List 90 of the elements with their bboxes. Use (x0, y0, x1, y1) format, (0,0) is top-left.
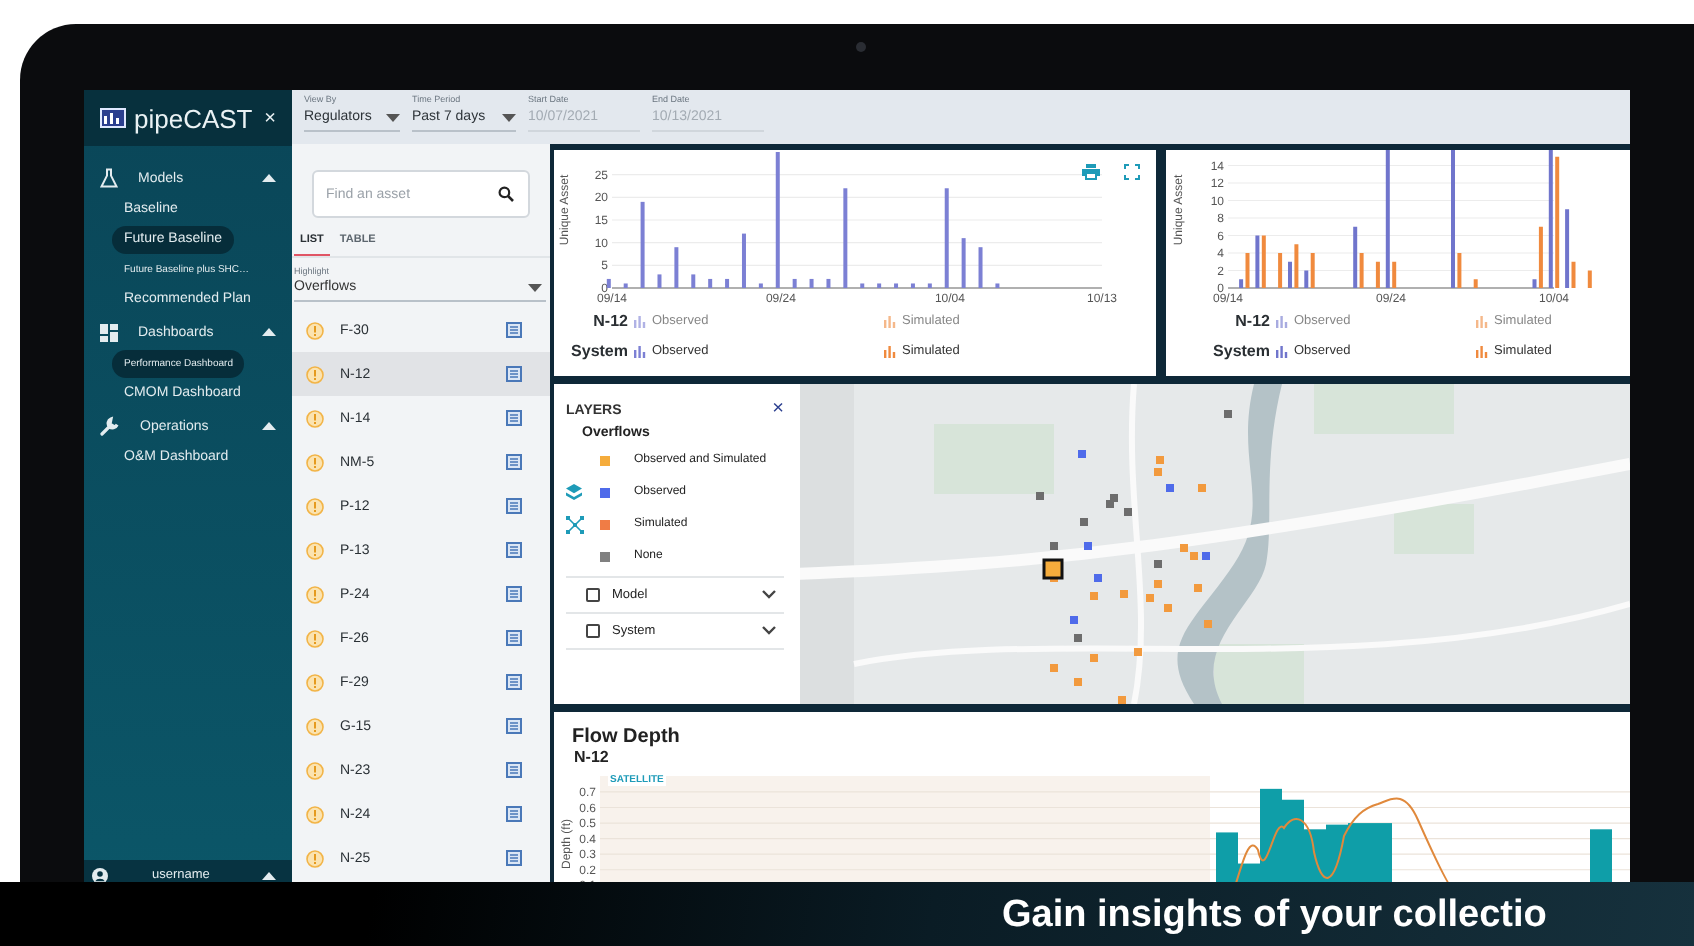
table-icon[interactable] (506, 454, 522, 470)
chart-bar (877, 283, 882, 288)
table-icon[interactable] (506, 806, 522, 822)
table-icon[interactable] (506, 674, 522, 690)
chevron-icon[interactable] (762, 626, 776, 636)
chart-bar (708, 278, 713, 288)
legend-group-label: N-12 (1233, 312, 1270, 330)
legend-bars-icon (634, 345, 646, 357)
network-icon[interactable] (566, 515, 584, 533)
panel-title: Flow Depth (572, 726, 682, 748)
table-icon[interactable] (506, 718, 522, 734)
chart-bar (657, 274, 662, 288)
warning-icon (306, 673, 324, 691)
warning-icon (306, 453, 324, 471)
caret-icon (528, 283, 542, 291)
chart-bar (927, 283, 932, 288)
legend-group-label: System (1211, 342, 1270, 360)
search-icon[interactable] (498, 186, 514, 202)
chart-bar (775, 152, 780, 288)
warning-icon (306, 761, 324, 779)
chart-bar (792, 278, 797, 288)
chart-bar (860, 283, 865, 288)
chart-bar (961, 238, 966, 288)
legend-bars-icon (884, 315, 896, 327)
chevron-icon[interactable] (762, 590, 776, 600)
warning-icon (306, 321, 324, 339)
legend-bars-icon (884, 345, 896, 357)
legend-bars-icon (1276, 315, 1288, 327)
caret-icon (386, 113, 400, 121)
chart-bar (1473, 279, 1478, 288)
table-icon[interactable] (506, 322, 522, 338)
legend-bars-icon (634, 315, 646, 327)
warning-icon (306, 365, 324, 383)
camera-dot (856, 42, 866, 52)
chart-bar (978, 247, 983, 288)
app-logo-text: pipeCAST (134, 103, 253, 133)
chart-bar (606, 278, 611, 288)
chart-bar (1278, 253, 1283, 288)
chart-bar (843, 188, 848, 288)
asset-label: N-12 (574, 748, 611, 766)
dashboard-icon (100, 323, 118, 341)
chart-bar (826, 278, 831, 288)
table-icon[interactable] (506, 630, 522, 646)
logo-icon (100, 108, 126, 128)
close-icon[interactable]: × (772, 402, 784, 418)
print-icon[interactable] (1082, 164, 1100, 180)
chart-bar (758, 283, 763, 288)
flask-icon (100, 168, 118, 188)
chart-bar (809, 278, 814, 288)
layers-icon[interactable] (566, 484, 582, 500)
warning-icon (306, 717, 324, 735)
legend-group-label: N-12 (591, 312, 628, 330)
chart-bar (674, 247, 679, 288)
legend-bars-icon (1476, 315, 1488, 327)
table-icon[interactable] (506, 762, 522, 778)
checkbox[interactable] (586, 624, 600, 638)
legend-bars-icon (1476, 345, 1488, 357)
table-icon[interactable] (506, 498, 522, 514)
legend-bars-icon (1276, 345, 1288, 357)
close-icon[interactable]: × (264, 107, 276, 129)
chart-bar (640, 201, 645, 288)
table-icon[interactable] (506, 542, 522, 558)
fullscreen-icon[interactable] (1124, 164, 1140, 180)
chart-bar (1587, 270, 1592, 288)
table-icon[interactable] (506, 410, 522, 426)
checkbox[interactable] (586, 588, 600, 602)
chart-bar (741, 233, 746, 288)
chart-bar (910, 283, 915, 288)
table-icon[interactable] (506, 366, 522, 382)
table-icon[interactable] (506, 850, 522, 866)
legend-group-label: System (569, 342, 628, 360)
banner-text: Gain insights of your collectio (1002, 896, 1547, 936)
chart-bar (691, 274, 696, 288)
chart-bar (894, 283, 899, 288)
caret-icon (502, 113, 516, 121)
chart-bar (623, 283, 628, 288)
warning-icon (306, 585, 324, 603)
warning-icon (306, 541, 324, 559)
warning-icon (306, 497, 324, 515)
chart-bar (995, 283, 1000, 288)
chart-bar (1375, 261, 1380, 288)
warning-icon (306, 629, 324, 647)
chart-bar (725, 278, 730, 288)
table-icon[interactable] (506, 586, 522, 602)
user-icon (92, 867, 108, 883)
wrench-icon (100, 416, 120, 436)
chart-bar (944, 188, 949, 288)
warning-icon (306, 805, 324, 823)
warning-icon (306, 849, 324, 867)
warning-icon (306, 409, 324, 427)
